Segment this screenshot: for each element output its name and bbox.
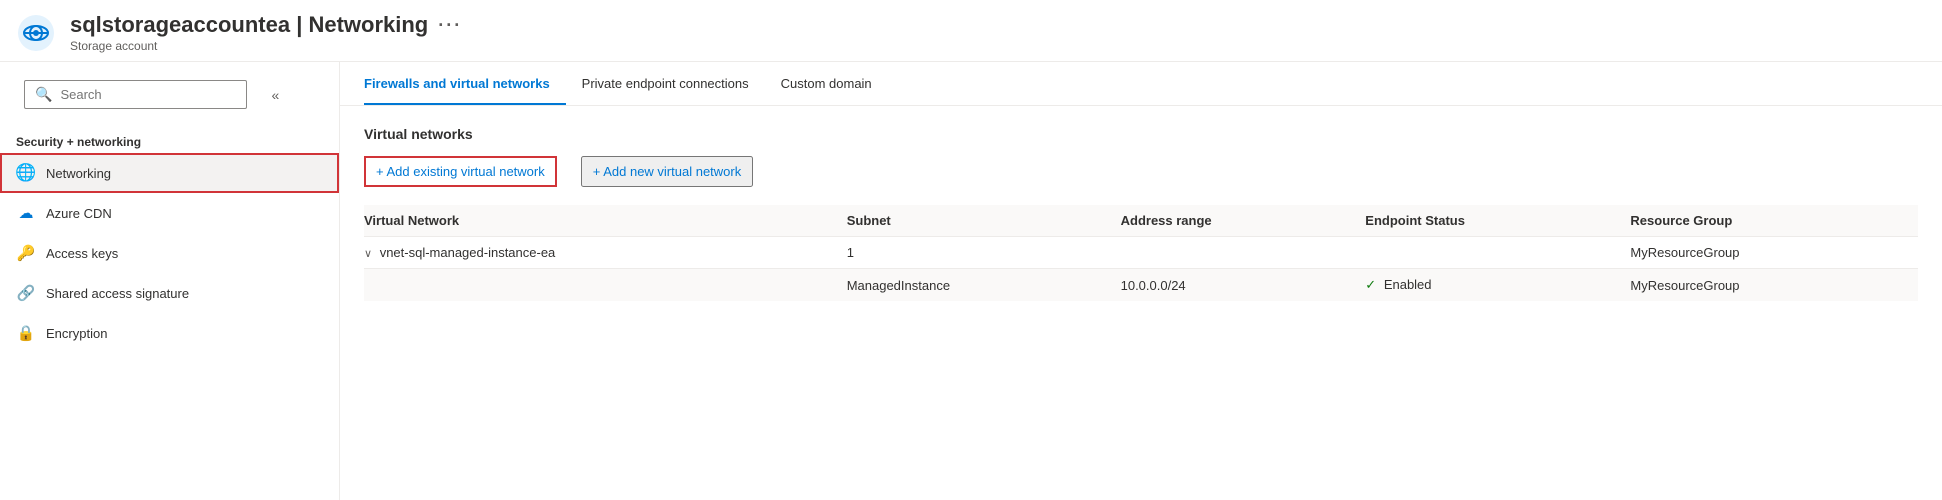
- more-options-button[interactable]: ···: [438, 15, 462, 36]
- endpoint-status-label: Enabled: [1384, 277, 1432, 292]
- sidebar-item-shared-access-signature[interactable]: 🔗 Shared access signature: [0, 273, 339, 313]
- chevron-down-icon[interactable]: ∨: [364, 248, 372, 260]
- sidebar-label-networking: Networking: [46, 166, 111, 181]
- address-range-cell-2: 10.0.0.0/24: [1121, 269, 1366, 302]
- col-header-resource-group: Resource Group: [1630, 205, 1918, 237]
- page-header: sqlstorageaccountea | Networking ··· Sto…: [0, 0, 1942, 62]
- content-area: Firewalls and virtual networks Private e…: [340, 62, 1942, 500]
- sidebar-section-label: Security + networking: [0, 127, 339, 153]
- sidebar-item-access-keys[interactable]: 🔑 Access keys: [0, 233, 339, 273]
- table-row: ∨ vnet-sql-managed-instance-ea 1 MyResou…: [364, 237, 1918, 269]
- resource-group-cell-2: MyResourceGroup: [1630, 269, 1918, 302]
- col-header-address-range: Address range: [1121, 205, 1366, 237]
- sidebar-label-encryption: Encryption: [46, 326, 107, 341]
- address-range-cell: [1121, 237, 1366, 269]
- networking-icon: 🌐: [16, 163, 36, 183]
- action-row: + Add existing virtual network + Add new…: [364, 156, 1918, 187]
- subnet-cell: 1: [847, 237, 1121, 269]
- title-text: sqlstorageaccountea | Networking: [70, 12, 428, 38]
- tab-private-endpoints[interactable]: Private endpoint connections: [582, 62, 765, 105]
- table-row: ManagedInstance 10.0.0.0/24 ✓ Enabled My…: [364, 269, 1918, 302]
- sidebar-item-networking[interactable]: 🌐 Networking: [0, 153, 339, 193]
- check-icon: ✓: [1365, 277, 1376, 292]
- section-title: Virtual networks: [364, 126, 1918, 142]
- subnet-cell-2: ManagedInstance: [847, 269, 1121, 302]
- search-input[interactable]: [60, 87, 236, 102]
- vnet-name-cell-2: [364, 269, 847, 302]
- endpoint-status-cell: [1365, 237, 1630, 269]
- tabs-bar: Firewalls and virtual networks Private e…: [340, 62, 1942, 106]
- search-icon: 🔍: [35, 86, 52, 103]
- sidebar: 🔍 « Security + networking 🌐 Networking ☁…: [0, 62, 340, 500]
- search-row: 🔍 «: [0, 62, 339, 127]
- table-header-row: Virtual Network Subnet Address range End…: [364, 205, 1918, 237]
- resource-icon: [16, 13, 56, 53]
- sidebar-label-access-keys: Access keys: [46, 246, 118, 261]
- page-title: sqlstorageaccountea | Networking ···: [70, 12, 462, 38]
- content-body: Virtual networks + Add existing virtual …: [340, 106, 1942, 321]
- col-header-virtual-network: Virtual Network: [364, 205, 847, 237]
- cdn-icon: ☁: [16, 203, 36, 223]
- sas-icon: 🔗: [16, 283, 36, 303]
- tab-custom-domain[interactable]: Custom domain: [781, 62, 888, 105]
- sidebar-item-azure-cdn[interactable]: ☁ Azure CDN: [0, 193, 339, 233]
- add-new-vnet-button[interactable]: + Add new virtual network: [581, 156, 754, 187]
- main-layout: 🔍 « Security + networking 🌐 Networking ☁…: [0, 62, 1942, 500]
- resource-group-cell: MyResourceGroup: [1630, 237, 1918, 269]
- sidebar-item-encryption[interactable]: 🔒 Encryption: [0, 313, 339, 353]
- col-header-endpoint-status: Endpoint Status: [1365, 205, 1630, 237]
- sidebar-label-cdn: Azure CDN: [46, 206, 112, 221]
- endpoint-status-cell-2: ✓ Enabled: [1365, 269, 1630, 302]
- vnet-name-cell: ∨ vnet-sql-managed-instance-ea: [364, 237, 847, 269]
- sidebar-label-sas: Shared access signature: [46, 286, 189, 301]
- keys-icon: 🔑: [16, 243, 36, 263]
- resource-subtitle: Storage account: [70, 39, 462, 53]
- search-bar[interactable]: 🔍: [24, 80, 247, 109]
- collapse-button[interactable]: «: [271, 87, 279, 103]
- header-title-block: sqlstorageaccountea | Networking ··· Sto…: [70, 12, 462, 53]
- add-existing-vnet-button[interactable]: + Add existing virtual network: [364, 156, 557, 187]
- encryption-icon: 🔒: [16, 323, 36, 343]
- vnet-name: vnet-sql-managed-instance-ea: [380, 245, 556, 260]
- tab-firewalls[interactable]: Firewalls and virtual networks: [364, 62, 566, 105]
- vnet-table: Virtual Network Subnet Address range End…: [364, 205, 1918, 301]
- col-header-subnet: Subnet: [847, 205, 1121, 237]
